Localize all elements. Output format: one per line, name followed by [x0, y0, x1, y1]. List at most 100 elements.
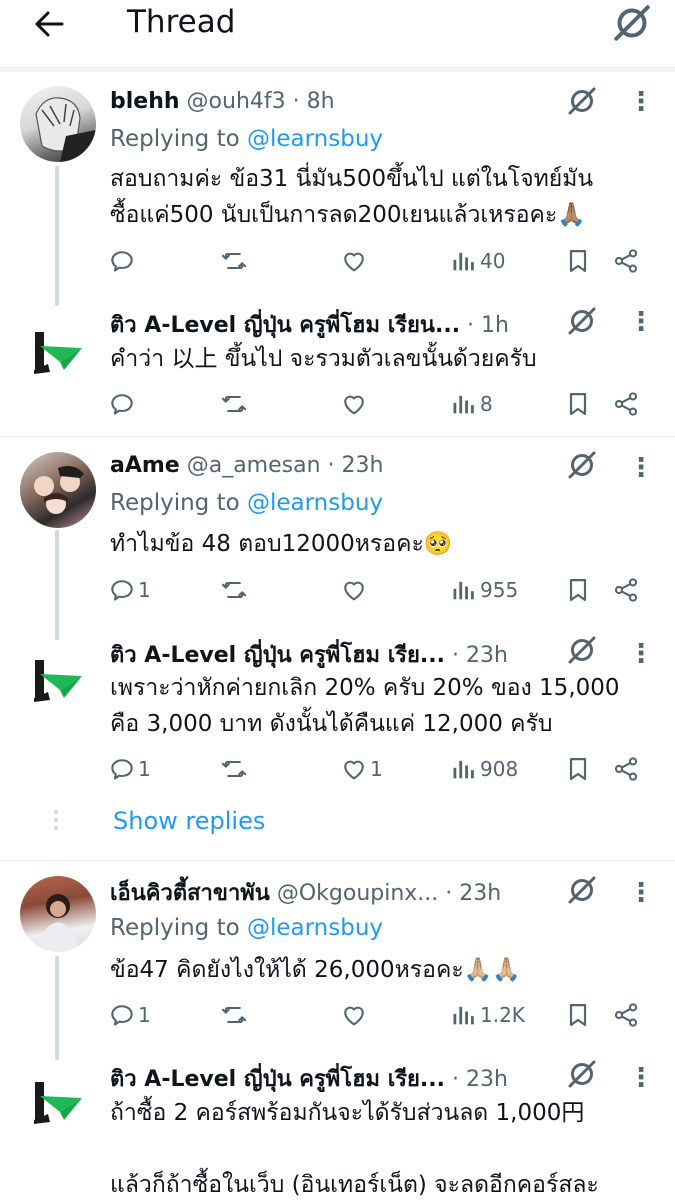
share-icon: [612, 755, 640, 783]
retweet-button[interactable]: [220, 570, 248, 610]
tweet-line: คำว่า 以上 ขึ้นไป จะรวมตัวเลขนั้นด้วยครับ: [110, 346, 537, 372]
bookmark-icon: [564, 1001, 592, 1029]
tutor-logo-icon: [20, 1062, 96, 1138]
bookmark-button[interactable]: [564, 570, 592, 610]
display-name[interactable]: ติว A-Level ญี่ปุ่น ครูพี่โฮม เรียน...: [110, 313, 460, 338]
heart-icon: [340, 1001, 368, 1029]
more-options-icon[interactable]: ⋮: [628, 638, 654, 670]
views-button[interactable]: 955: [450, 570, 518, 610]
share-button[interactable]: [612, 570, 640, 610]
reply-button[interactable]: [108, 384, 138, 424]
grok-icon[interactable]: [566, 85, 598, 117]
reply-icon: [108, 755, 136, 783]
reply-button[interactable]: 1: [108, 995, 151, 1035]
grok-icon[interactable]: [611, 2, 653, 44]
retweet-button[interactable]: [220, 995, 248, 1035]
avatar[interactable]: [20, 1062, 96, 1138]
handle-time: @ouh4f3 · 8h: [186, 89, 335, 114]
more-options-icon[interactable]: ⋮: [628, 1062, 654, 1094]
display-name[interactable]: ติว A-Level ญี่ปุ่น ครูพี่โฮม เรีย...: [110, 1067, 445, 1092]
like-count: 1: [370, 757, 383, 781]
like-button[interactable]: [340, 995, 370, 1035]
back-arrow-icon[interactable]: [30, 4, 70, 44]
display-name[interactable]: เอ็นคิวตี้สาขาพัน: [110, 881, 270, 906]
top-bar: Thread: [0, 0, 675, 68]
reply-button[interactable]: [108, 241, 138, 281]
replying-handle-link[interactable]: @learnsbuy: [247, 915, 383, 941]
grok-icon[interactable]: [566, 874, 598, 906]
show-replies-link[interactable]: Show replies: [113, 801, 265, 841]
like-button[interactable]: [340, 570, 370, 610]
bookmark-button[interactable]: [564, 241, 592, 281]
bookmark-button[interactable]: [564, 749, 592, 789]
more-options-icon[interactable]: ⋮: [628, 86, 654, 118]
replying-handle-link[interactable]: @learnsbuy: [247, 490, 383, 516]
views-button[interactable]: 40: [450, 241, 505, 281]
like-button[interactable]: 1: [340, 749, 383, 789]
share-button[interactable]: [612, 995, 640, 1035]
tweet-text: คำว่า 以上 ขึ้นไป จะรวมตัวเลขนั้นด้วยครับ: [110, 341, 661, 377]
avatar[interactable]: [20, 86, 96, 162]
avatar[interactable]: [20, 876, 96, 952]
action-bar: 8: [108, 384, 648, 424]
action-bar: 40: [108, 241, 648, 281]
share-button[interactable]: [612, 241, 640, 281]
action-bar: 1 1 908: [108, 749, 648, 789]
reply-button[interactable]: 1: [108, 749, 151, 789]
reply-button[interactable]: 1: [108, 570, 151, 610]
bookmark-button[interactable]: [564, 995, 592, 1035]
grok-icon[interactable]: [566, 1058, 598, 1090]
heart-icon: [340, 576, 368, 604]
bookmark-icon: [564, 247, 592, 275]
like-button[interactable]: [340, 384, 370, 424]
header-divider: [0, 68, 675, 72]
share-icon: [612, 390, 640, 418]
replying-label: Replying to: [110, 915, 240, 941]
tweet-text: ถ้าซื้อ 2 คอร์สพร้อมกันจะได้รับส่วนลด 1,…: [110, 1095, 661, 1200]
bookmark-icon: [564, 576, 592, 604]
views-icon: [450, 576, 478, 604]
like-button[interactable]: [340, 241, 370, 281]
tweet-text: ทำไมข้อ 48 ตอบ12000หรอคะ🥺: [110, 526, 661, 562]
reply-icon: [108, 390, 136, 418]
retweet-button[interactable]: [220, 749, 248, 789]
grok-icon[interactable]: [566, 634, 598, 666]
share-button[interactable]: [612, 749, 640, 789]
views-button[interactable]: 908: [450, 749, 518, 789]
tweet-line: แล้วก็ถ้าซื้อในเว็บ (อินเทอร์เน็ต) จะลดอ…: [110, 1172, 599, 1198]
retweet-button[interactable]: [220, 241, 248, 281]
replying-handle-link[interactable]: @learnsbuy: [247, 126, 383, 152]
bookmark-button[interactable]: [564, 384, 592, 424]
divider: [0, 860, 675, 861]
tweet-line: คือ 3,000 บาท ดังนั้นได้คืนแค่ 12,000 คร…: [110, 711, 553, 737]
divider: [0, 436, 675, 437]
avatar[interactable]: [20, 312, 96, 388]
views-icon: [450, 755, 478, 783]
retweet-button[interactable]: [220, 384, 248, 424]
display-name[interactable]: ติว A-Level ญี่ปุ่น ครูพี่โฮม เรีย...: [110, 643, 445, 668]
grok-icon[interactable]: [566, 305, 598, 337]
display-name[interactable]: blehh: [110, 89, 180, 114]
tweet-text: เพราะว่าหักค่ายกเลิก 20% ครับ 20% ของ 15…: [110, 670, 661, 742]
avatar[interactable]: [20, 640, 96, 716]
more-options-icon[interactable]: ⋮: [628, 452, 654, 484]
tweet-line: สอบถามค่ะ ข้อ31 นี่มัน500ขึ้นไป แต่ในโจท…: [110, 166, 594, 192]
more-options-icon[interactable]: ⋮: [628, 877, 654, 909]
display-name[interactable]: aAme: [110, 453, 180, 478]
views-button[interactable]: 1.2K: [450, 995, 525, 1035]
more-options-icon[interactable]: ⋮: [628, 306, 654, 338]
handle-time: @a_amesan · 23h: [186, 453, 384, 478]
reply-icon: [108, 1001, 136, 1029]
handle-time: · 23h: [452, 643, 508, 668]
grok-icon[interactable]: [566, 449, 598, 481]
replying-to: Replying to @learnsbuy: [110, 910, 383, 946]
share-button[interactable]: [612, 384, 640, 424]
views-button[interactable]: 8: [450, 384, 493, 424]
page-title: Thread: [127, 4, 236, 40]
views-icon: [450, 390, 478, 418]
view-count: 40: [480, 249, 506, 273]
action-bar: 1 955: [108, 570, 648, 610]
bookmark-icon: [564, 755, 592, 783]
replying-label: Replying to: [110, 126, 240, 152]
avatar[interactable]: [20, 452, 96, 528]
